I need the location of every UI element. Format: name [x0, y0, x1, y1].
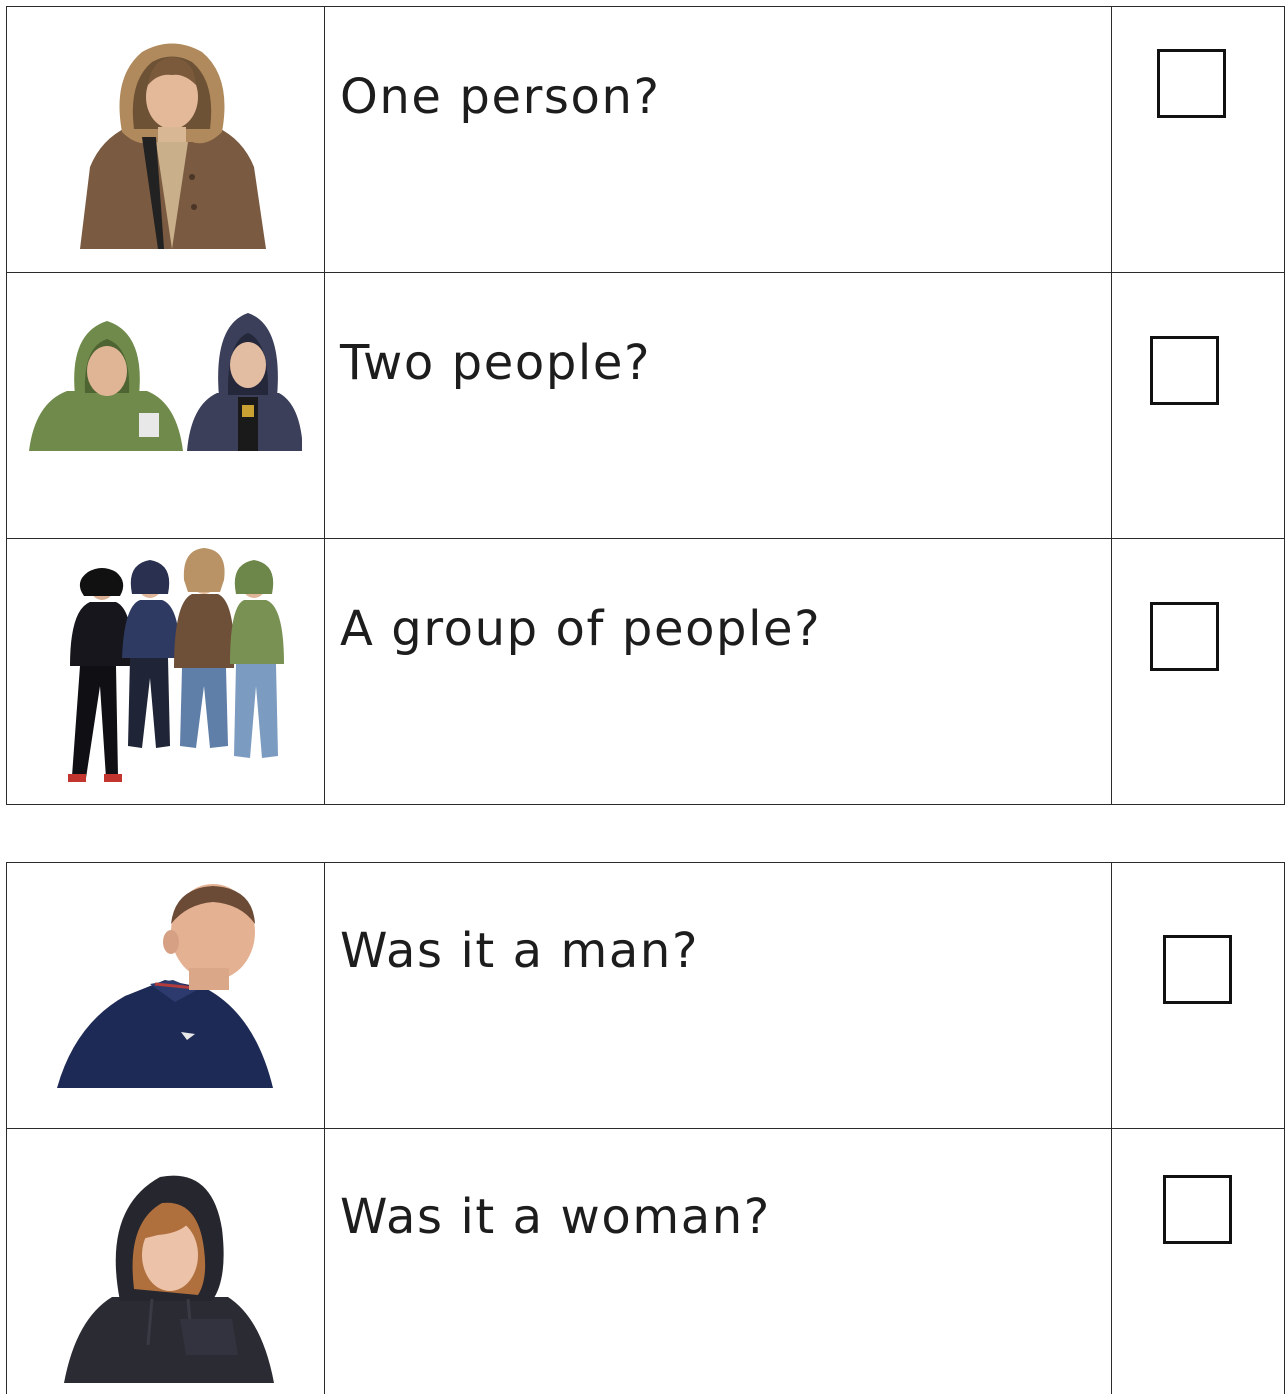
question-man: Was it a man? — [340, 927, 1111, 975]
two-people-icon — [27, 313, 302, 453]
question-row-man: Was it a man? — [7, 863, 1285, 1129]
checkbox-cell — [1112, 863, 1285, 1129]
question-two-people: Two people? — [340, 339, 1111, 387]
checkbox-cell — [1112, 7, 1285, 273]
question-row-two-people: Two people? — [7, 273, 1285, 539]
question-text-cell: A group of people? — [325, 539, 1112, 805]
one-person-icon — [72, 37, 272, 252]
checkbox-cell — [1112, 1129, 1285, 1394]
question-row-group: A group of people? — [7, 539, 1285, 805]
checkbox-cell — [1112, 539, 1285, 805]
checkbox-woman[interactable] — [1163, 1175, 1232, 1244]
picture-cell — [7, 1129, 325, 1394]
question-row-one-person: One person? — [7, 7, 1285, 273]
number-of-people-table: One person? Two — [6, 6, 1285, 805]
checkbox-man[interactable] — [1163, 935, 1232, 1004]
woman-icon — [62, 1169, 277, 1384]
question-text-cell: Was it a man? — [325, 863, 1112, 1129]
picture-cell — [7, 863, 325, 1129]
gender-table: Was it a man? — [6, 862, 1285, 1394]
man-icon — [55, 884, 275, 1089]
picture-cell — [7, 273, 325, 539]
picture-cell — [7, 539, 325, 805]
checkbox-two-people[interactable] — [1150, 336, 1219, 405]
question-one-person: One person? — [340, 73, 1111, 121]
question-text-cell: One person? — [325, 7, 1112, 273]
question-row-woman: Was it a woman? — [7, 1129, 1285, 1394]
question-group: A group of people? — [340, 605, 1111, 653]
picture-cell — [7, 7, 325, 273]
group-of-people-icon — [44, 546, 294, 791]
checkbox-cell — [1112, 273, 1285, 539]
checkbox-one-person[interactable] — [1157, 49, 1226, 118]
question-text-cell: Two people? — [325, 273, 1112, 539]
question-text-cell: Was it a woman? — [325, 1129, 1112, 1394]
checkbox-group[interactable] — [1150, 602, 1219, 671]
question-woman: Was it a woman? — [340, 1193, 1111, 1241]
